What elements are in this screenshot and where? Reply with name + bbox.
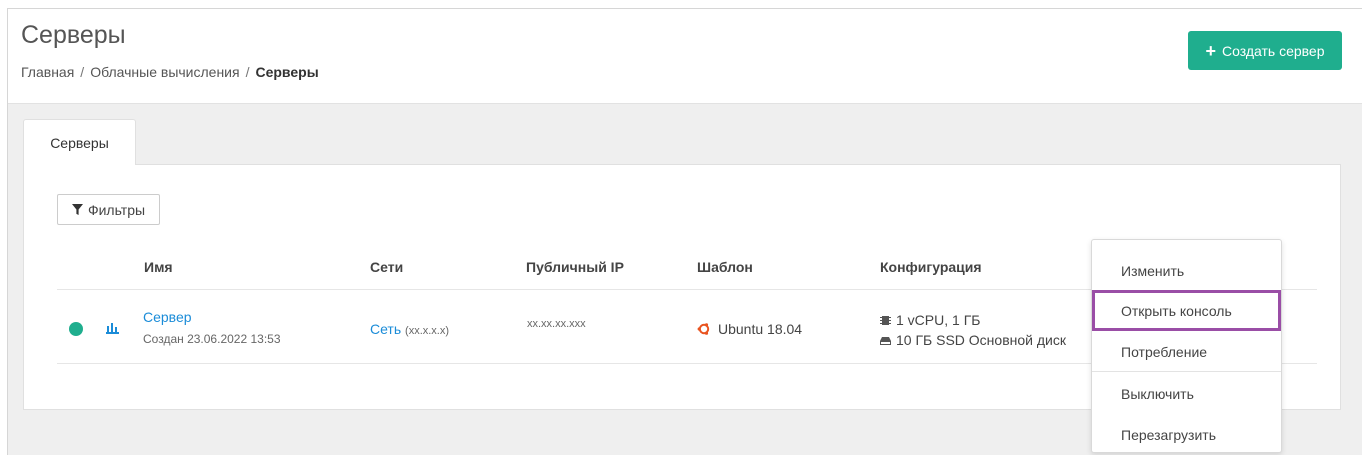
plus-icon: +	[1205, 40, 1216, 61]
server-actions-menu: Изменить Открыть консоль Потребление Вык…	[1091, 239, 1282, 453]
page-header: Серверы Главная / Облачные вычисления / …	[8, 9, 1362, 104]
server-created-date: Создан 23.06.2022 13:53	[143, 332, 281, 346]
menu-divider	[1092, 371, 1281, 372]
breadcrumb-cloud[interactable]: Облачные вычисления	[90, 64, 239, 80]
column-header-config[interactable]: Конфигурация	[880, 259, 982, 275]
filter-icon	[71, 204, 83, 215]
ubuntu-icon	[697, 323, 710, 335]
menu-item-shutdown[interactable]: Выключить	[1092, 373, 1281, 414]
server-template: Ubuntu 18.04	[697, 321, 802, 337]
column-header-public-ip[interactable]: Публичный IP	[526, 259, 624, 275]
column-header-template[interactable]: Шаблон	[697, 259, 753, 275]
create-server-label: Создать сервер	[1221, 42, 1325, 59]
menu-item-consumption[interactable]: Потребление	[1092, 331, 1281, 372]
menu-item-reboot[interactable]: Перезагрузить	[1092, 414, 1281, 455]
page-title: Серверы	[21, 21, 126, 49]
column-header-networks[interactable]: Сети	[370, 259, 403, 275]
breadcrumb-separator: /	[80, 64, 85, 80]
breadcrumb: Главная / Облачные вычисления / Серверы	[21, 64, 319, 80]
disk-icon	[880, 336, 891, 345]
filters-label: Фильтры	[87, 201, 146, 218]
create-server-button[interactable]: + Создать сервер	[1188, 31, 1342, 70]
network-address: (xx.x.x.x)	[405, 325, 450, 337]
breadcrumb-current: Серверы	[255, 64, 319, 80]
public-ip: xx.xx.xx.xxx	[527, 318, 586, 330]
status-running-icon	[69, 322, 83, 336]
network-link[interactable]: Сеть	[370, 321, 401, 337]
tab-servers[interactable]: Серверы	[23, 119, 136, 165]
filters-button[interactable]: Фильтры	[57, 194, 160, 225]
server-configuration: 1 vCPU, 1 ГБ 10 ГБ SSD Основной диск	[880, 310, 1066, 350]
statistics-chart-icon[interactable]	[106, 321, 119, 334]
menu-item-open-console[interactable]: Открыть консоль	[1092, 290, 1281, 331]
template-name: Ubuntu 18.04	[718, 321, 803, 337]
server-network: Сеть (xx.x.x.x)	[370, 321, 449, 337]
menu-item-edit[interactable]: Изменить	[1092, 250, 1281, 291]
config-cpu-ram: 1 vCPU, 1 ГБ	[896, 312, 981, 328]
breadcrumb-home[interactable]: Главная	[21, 64, 74, 80]
breadcrumb-separator: /	[245, 64, 250, 80]
column-header-name[interactable]: Имя	[144, 259, 173, 275]
server-name-link[interactable]: Сервер	[143, 309, 192, 325]
cpu-icon	[880, 315, 891, 325]
config-disk: 10 ГБ SSD Основной диск	[896, 332, 1066, 348]
